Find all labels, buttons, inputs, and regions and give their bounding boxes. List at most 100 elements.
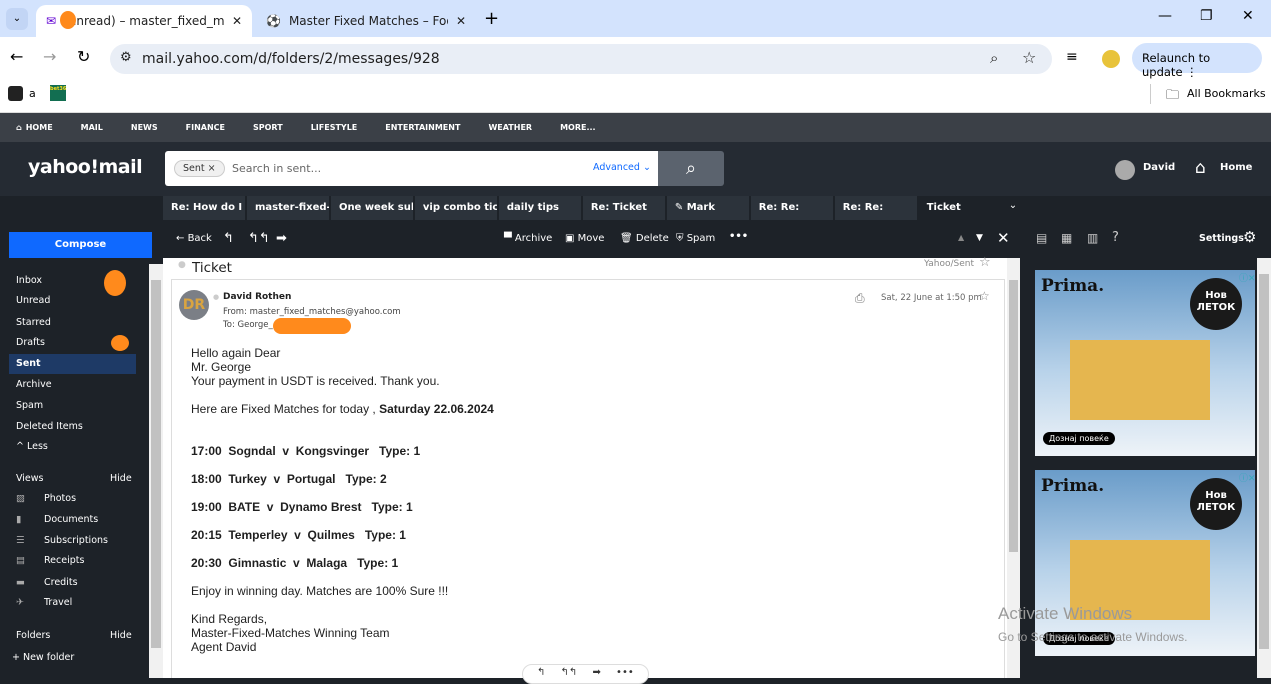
archive-button[interactable]: ▀ Archive bbox=[504, 233, 552, 244]
from-address: From: master_fixed_matches@yahoo.com bbox=[223, 307, 401, 317]
search-button[interactable]: ⌕ bbox=[658, 151, 724, 186]
view-photos[interactable]: ▨ Photos bbox=[9, 489, 136, 509]
folders-hide-button[interactable]: Hide bbox=[110, 630, 132, 641]
reply-all-icon[interactable]: ↰↰ bbox=[248, 231, 270, 246]
message-tab[interactable]: vip combo ticke bbox=[414, 196, 497, 220]
message-tab-compose[interactable]: ✎ Mark bbox=[666, 196, 749, 220]
bookmark-star-icon[interactable]: ☆ bbox=[1022, 48, 1036, 67]
delete-button[interactable]: 🗑 Delete bbox=[620, 233, 669, 244]
message-tab[interactable]: daily tips bbox=[498, 196, 581, 220]
minimize-button[interactable]: — bbox=[1158, 8, 1172, 24]
close-window-button[interactable]: ✕ bbox=[1242, 8, 1254, 24]
ad-close-icon[interactable]: ⓘ✕ bbox=[1239, 271, 1256, 284]
notepad-icon[interactable]: ▥ bbox=[1087, 231, 1098, 245]
browser-tab-bar: ⌄ ✉ (unread) – master_fixed_matc ✕ ⚽ Mas… bbox=[0, 0, 1271, 37]
ads-scrollbar[interactable] bbox=[1257, 258, 1271, 678]
restore-button[interactable]: ❐ bbox=[1200, 8, 1213, 24]
search-scope-chip[interactable]: Sent × bbox=[174, 160, 225, 177]
folder-unread[interactable]: Unread bbox=[9, 291, 136, 311]
zoom-icon[interactable]: ⌕ bbox=[990, 49, 998, 67]
nav-news[interactable]: NEWS bbox=[131, 123, 158, 132]
close-message-icon[interactable]: ✕ bbox=[997, 229, 1010, 247]
home-link[interactable]: Home bbox=[1220, 162, 1252, 173]
view-documents[interactable]: ▮ Documents bbox=[9, 510, 136, 530]
sidebar-scrollbar[interactable] bbox=[149, 264, 163, 678]
compose-button[interactable]: Compose bbox=[9, 232, 152, 258]
gear-icon[interactable]: ⚙ bbox=[1243, 228, 1256, 246]
nav-weather[interactable]: WEATHER bbox=[488, 123, 532, 132]
home-icon[interactable]: ⌂ bbox=[1195, 158, 1206, 178]
reload-icon[interactable]: ↻ bbox=[77, 47, 90, 66]
browser-tab-fixed-matches[interactable]: ⚽ Master Fixed Matches – Footbal ✕ bbox=[256, 5, 476, 37]
advertisement[interactable]: Prima. Нов ЛЕТОК Дознај повеќе ⓘ✕ bbox=[1035, 470, 1256, 656]
site-info-icon[interactable]: ⚙ bbox=[120, 50, 132, 65]
reply-icon[interactable]: ↰ bbox=[223, 231, 234, 246]
help-icon[interactable]: ? bbox=[1112, 230, 1119, 245]
forward-icon[interactable]: → bbox=[43, 47, 56, 66]
match-line: 18:00 Turkey v Portugal Type: 2 bbox=[191, 472, 387, 486]
folder-deleted[interactable]: Deleted Items bbox=[9, 417, 136, 437]
media-icon[interactable]: ≡ bbox=[1066, 49, 1078, 65]
bookmark-a[interactable]: a bbox=[29, 87, 36, 100]
bookmark-a-icon[interactable] bbox=[8, 86, 23, 101]
nav-more[interactable]: MORE... bbox=[560, 123, 596, 132]
nav-home[interactable]: HOME bbox=[26, 123, 53, 132]
yahoo-mail-logo[interactable]: yahoo!mail bbox=[28, 156, 143, 178]
message-tab[interactable]: Re: How do I ge bbox=[163, 196, 245, 220]
more-icon[interactable]: ••• bbox=[729, 231, 748, 242]
search-input[interactable]: Sent × Search in sent... Advanced ⌄ bbox=[165, 151, 658, 186]
less-toggle[interactable]: ^ Less bbox=[9, 437, 136, 457]
views-hide-button[interactable]: Hide bbox=[110, 473, 132, 484]
back-button[interactable]: ← Back bbox=[176, 233, 212, 244]
star-icon[interactable]: ☆ bbox=[979, 289, 990, 303]
close-tab-icon[interactable]: ✕ bbox=[232, 14, 242, 28]
more-tabs-chevron-icon[interactable]: ⌄ bbox=[1003, 196, 1023, 220]
nav-finance[interactable]: FINANCE bbox=[186, 123, 225, 132]
message-tab-active[interactable]: Ticket bbox=[918, 196, 1001, 220]
folder-starred[interactable]: Starred bbox=[9, 313, 136, 333]
bookmark-bet365[interactable]: bet365 bbox=[50, 85, 66, 101]
close-tab-icon[interactable]: ✕ bbox=[456, 14, 466, 28]
user-avatar[interactable] bbox=[1115, 160, 1135, 180]
forward-icon[interactable]: ➡ bbox=[276, 231, 287, 246]
view-travel[interactable]: ✈ Travel bbox=[9, 593, 136, 613]
previous-message-icon[interactable]: ▲ bbox=[958, 233, 964, 242]
settings-button[interactable]: Settings bbox=[1199, 233, 1244, 244]
user-name[interactable]: David bbox=[1143, 162, 1175, 173]
view-credits[interactable]: ▬ Credits bbox=[9, 573, 136, 593]
back-icon[interactable]: ← bbox=[10, 47, 23, 66]
nav-mail[interactable]: MAIL bbox=[81, 123, 103, 132]
nav-entertainment[interactable]: ENTERTAINMENT bbox=[385, 123, 460, 132]
sender-name[interactable]: David Rothen bbox=[223, 292, 291, 302]
folder-sent[interactable]: Sent bbox=[9, 354, 136, 374]
relaunch-button[interactable]: Relaunch to update ⋮ bbox=[1132, 43, 1262, 79]
calendar-icon[interactable]: ▦ bbox=[1061, 231, 1072, 245]
view-subscriptions[interactable]: ☰ Subscriptions bbox=[9, 531, 136, 551]
advertisement[interactable]: Prima. Нов ЛЕТОК Дознај повеќе ⓘ✕ bbox=[1035, 270, 1256, 456]
next-message-icon[interactable]: ▼ bbox=[976, 233, 983, 243]
message-tab[interactable]: master-fixed-m bbox=[246, 196, 329, 220]
quick-reply-bar[interactable]: ↰ ↰↰ ➡ ••• bbox=[522, 664, 649, 684]
folder-spam[interactable]: Spam bbox=[9, 396, 136, 416]
message-tab[interactable]: Re: Re: bbox=[834, 196, 917, 220]
folder-archive[interactable]: Archive bbox=[9, 375, 136, 395]
star-icon[interactable]: ☆ bbox=[979, 255, 991, 270]
move-button[interactable]: ▣ Move bbox=[565, 233, 604, 244]
new-tab-button[interactable]: + bbox=[484, 8, 499, 29]
print-icon[interactable]: ⎙ bbox=[855, 291, 865, 306]
profile-avatar[interactable] bbox=[1102, 50, 1120, 68]
message-tab[interactable]: Re: Ticket bbox=[582, 196, 665, 220]
new-folder-button[interactable]: + New folder bbox=[5, 648, 132, 668]
url-field[interactable]: ⚙ mail.yahoo.com/d/folders/2/messages/92… bbox=[110, 44, 1052, 74]
ad-close-icon[interactable]: ⓘ✕ bbox=[1239, 471, 1256, 484]
spam-button[interactable]: ⛨ Spam bbox=[676, 233, 715, 244]
message-tab[interactable]: One week subs bbox=[330, 196, 413, 220]
nav-sport[interactable]: SPORT bbox=[253, 123, 283, 132]
nav-lifestyle[interactable]: LIFESTYLE bbox=[311, 123, 358, 132]
view-receipts[interactable]: ▤ Receipts bbox=[9, 551, 136, 571]
contacts-icon[interactable]: ▤ bbox=[1036, 231, 1047, 245]
advanced-search-button[interactable]: Advanced ⌄ bbox=[593, 162, 651, 173]
all-bookmarks[interactable]: All Bookmarks bbox=[1187, 87, 1266, 100]
tab-search-button[interactable]: ⌄ bbox=[6, 8, 28, 30]
message-tab[interactable]: Re: Re: bbox=[750, 196, 833, 220]
